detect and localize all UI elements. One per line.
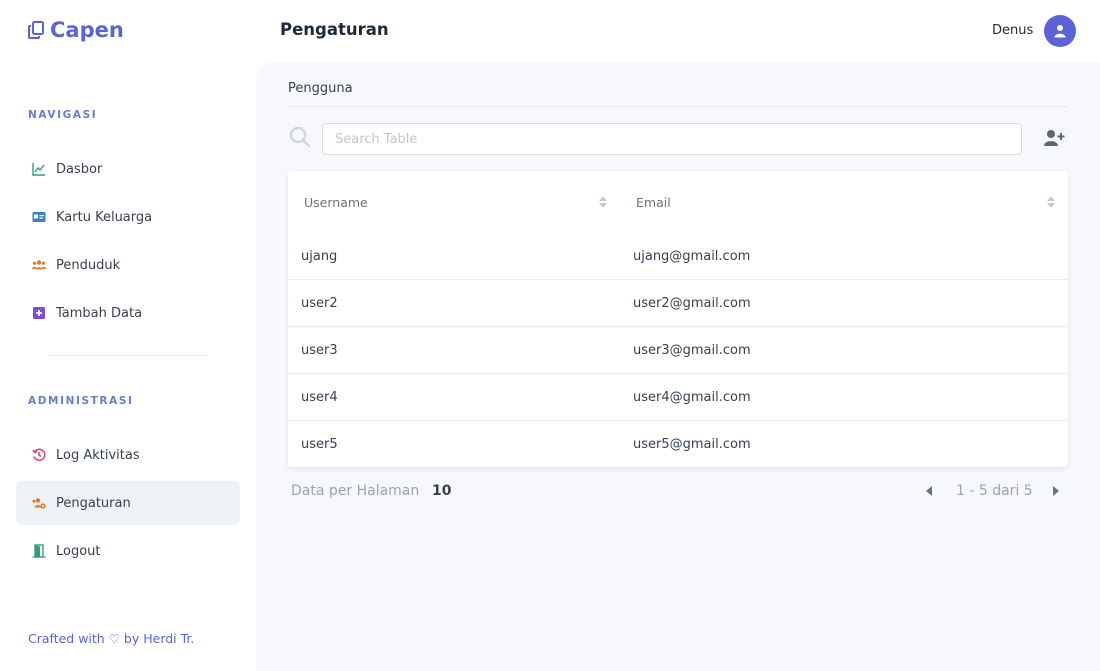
caret-left-icon[interactable] bbox=[924, 484, 934, 498]
sidebar-item-pengaturan[interactable]: Pengaturan bbox=[16, 481, 240, 525]
sidebar-item-label: Pengaturan bbox=[56, 495, 131, 511]
cell-email: user3@gmail.com bbox=[633, 342, 751, 358]
column-header-label: Email bbox=[636, 194, 671, 210]
search-icon bbox=[289, 126, 311, 148]
cell-username: ujang bbox=[301, 248, 338, 264]
sidebar-item-kartu-keluarga[interactable]: Kartu Keluarga bbox=[16, 195, 240, 239]
cell-email: user4@gmail.com bbox=[633, 389, 751, 405]
table-row[interactable]: user5 user5@gmail.com bbox=[288, 421, 1068, 468]
users-icon bbox=[32, 258, 46, 272]
user-name[interactable]: Denus bbox=[992, 23, 1033, 38]
cell-email: user2@gmail.com bbox=[633, 295, 751, 311]
add-user-icon[interactable] bbox=[1043, 127, 1065, 149]
user-icon bbox=[1054, 25, 1066, 38]
sort-icon[interactable] bbox=[1046, 195, 1056, 209]
sidebar-item-label: Logout bbox=[56, 543, 101, 559]
cell-email: user5@gmail.com bbox=[633, 437, 751, 452]
table-row[interactable]: user3 user3@gmail.com bbox=[288, 327, 1068, 374]
card-title: Pengguna bbox=[288, 81, 353, 96]
sidebar-item-tambah-data[interactable]: Tambah Data bbox=[16, 291, 240, 335]
sidebar-item-penduduk[interactable]: Penduduk bbox=[16, 243, 240, 287]
caret-right-icon[interactable] bbox=[1051, 484, 1061, 498]
users-cog-icon bbox=[32, 496, 46, 510]
table-row[interactable]: user2 user2@gmail.com bbox=[288, 280, 1068, 327]
per-page-select[interactable]: 10 bbox=[432, 483, 451, 499]
table-row[interactable]: user4 user4@gmail.com bbox=[288, 374, 1068, 421]
sidebar-item-dasbor[interactable]: Dasbor bbox=[16, 147, 240, 191]
cell-username: user5 bbox=[301, 437, 338, 452]
avatar[interactable] bbox=[1044, 15, 1076, 47]
column-header-email[interactable]: Email bbox=[636, 171, 1036, 233]
brand-logo[interactable]: Capen bbox=[28, 18, 124, 42]
id-card-icon bbox=[32, 210, 46, 224]
users-table: Username Email ujang ujang@gmail.com use… bbox=[288, 171, 1068, 467]
main-content: Pengguna Username Email ujang ujang@gmai… bbox=[256, 62, 1100, 671]
cell-username: user2 bbox=[301, 295, 338, 311]
sidebar-footer: Crafted with ♡ by Herdi Tr. bbox=[28, 631, 194, 646]
table-row[interactable]: ujang ujang@gmail.com bbox=[288, 233, 1068, 280]
cell-username: user4 bbox=[301, 389, 338, 405]
door-open-icon bbox=[32, 544, 46, 558]
sidebar-item-label: Log Aktivitas bbox=[56, 447, 140, 463]
sidebar-item-label: Dasbor bbox=[56, 161, 103, 177]
copy-icon bbox=[28, 21, 44, 39]
pagination-range: 1 - 5 dari 5 bbox=[956, 483, 1033, 499]
sidebar-item-logout[interactable]: Logout bbox=[16, 529, 240, 573]
search-input[interactable] bbox=[322, 123, 1022, 155]
footer-prefix: Crafted with bbox=[28, 631, 105, 646]
plus-square-icon bbox=[32, 306, 46, 320]
footer-suffix[interactable]: by Herdi Tr. bbox=[124, 631, 194, 646]
sidebar-item-label: Penduduk bbox=[56, 257, 121, 273]
per-page-label: Data per Halaman bbox=[291, 483, 420, 499]
sidebar-item-label: Kartu Keluarga bbox=[56, 209, 153, 225]
cell-email: ujang@gmail.com bbox=[633, 248, 751, 264]
section-label-navigasi: NAVIGASI bbox=[28, 109, 98, 121]
sort-icon[interactable] bbox=[598, 195, 608, 209]
column-header-username[interactable]: Username bbox=[304, 171, 608, 233]
column-header-label: Username bbox=[304, 194, 368, 210]
section-label-administrasi: ADMINISTRASI bbox=[28, 395, 134, 407]
heart-icon: ♡ bbox=[108, 631, 120, 646]
brand-name: Capen bbox=[50, 18, 124, 42]
cell-username: user3 bbox=[301, 342, 338, 358]
chart-line-icon bbox=[32, 162, 46, 176]
page-title: Pengaturan bbox=[280, 20, 389, 39]
sidebar-item-label: Tambah Data bbox=[56, 305, 143, 321]
history-icon bbox=[32, 448, 46, 462]
card-divider bbox=[288, 106, 1068, 107]
sidebar: Capen NAVIGASI Dasbor Kartu Keluarga Pen… bbox=[0, 0, 256, 671]
sidebar-item-log-aktivitas[interactable]: Log Aktivitas bbox=[16, 433, 240, 477]
sidebar-divider bbox=[48, 355, 208, 356]
